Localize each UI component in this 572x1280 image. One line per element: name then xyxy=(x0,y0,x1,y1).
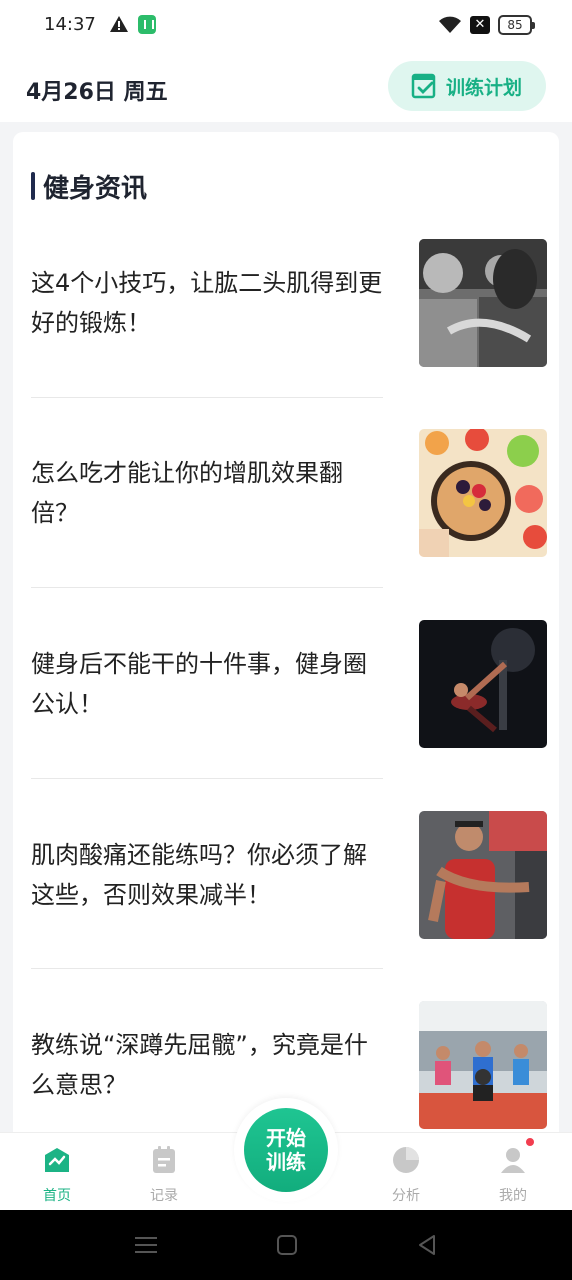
back-icon[interactable] xyxy=(416,1234,438,1256)
news-title: 肌肉酸痛还能练吗？你必须了解这些，否则效果减半！ xyxy=(31,841,367,909)
notification-badge xyxy=(524,1136,536,1148)
tab-mine-label: 我的 xyxy=(499,1188,527,1204)
training-plan-label: 训练计划 xyxy=(446,76,523,99)
training-plan-button[interactable]: 训练计划 xyxy=(388,61,546,111)
news-title: 教练说“深蹲先屈髋”，究竟是什么意思？ xyxy=(31,1031,368,1099)
start-training-label: 开始训练 xyxy=(266,1126,306,1174)
status-bar: 14:37 ✕ 85 xyxy=(0,0,572,50)
warning-icon xyxy=(110,16,128,32)
divider xyxy=(31,778,383,779)
divider xyxy=(31,397,383,398)
status-time: 14:37 xyxy=(44,14,96,35)
tab-records[interactable]: 记录 xyxy=(129,1145,199,1205)
news-item[interactable]: 健身后不能干的十件事，健身圈公认！ xyxy=(31,620,547,750)
news-card: 健身资讯 这4个小技巧，让肱二头肌得到更好的锻炼！ 怎么吃才能让你的增肌效果翻倍… xyxy=(13,132,559,1142)
section-title-text: 健身资讯 xyxy=(43,173,148,204)
news-title: 健身后不能干的十件事，健身圈公认！ xyxy=(31,650,367,718)
start-training-button[interactable]: 开始训练 xyxy=(234,1098,338,1202)
divider xyxy=(31,968,383,969)
news-title: 怎么吃才能让你的增肌效果翻倍？ xyxy=(31,459,343,527)
tab-home[interactable]: 首页 xyxy=(22,1145,92,1205)
news-thumbnail xyxy=(419,620,547,748)
tab-home-label: 首页 xyxy=(43,1188,71,1204)
divider xyxy=(31,587,383,588)
tab-analysis[interactable]: 分析 xyxy=(371,1145,441,1205)
home-icon[interactable] xyxy=(276,1234,298,1256)
news-item[interactable]: 怎么吃才能让你的增肌效果翻倍？ xyxy=(31,429,547,559)
news-item[interactable]: 这4个小技巧，让肱二头肌得到更好的锻炼！ xyxy=(31,239,547,369)
title-accent-bar xyxy=(31,172,35,200)
menu-icon[interactable] xyxy=(135,1235,157,1255)
tab-analysis-label: 分析 xyxy=(392,1188,420,1204)
date-label: 4月26日 周五 xyxy=(26,80,168,105)
start-training-label-wrap: 开始训练 xyxy=(244,1108,328,1192)
clipboard-icon xyxy=(153,1146,175,1173)
news-thumbnail xyxy=(419,239,547,367)
wifi-icon xyxy=(439,16,461,33)
news-title: 这4个小技巧，让肱二头肌得到更好的锻炼！ xyxy=(31,269,383,337)
battery-icon: 85 xyxy=(498,15,535,35)
system-nav-bar xyxy=(0,1210,572,1280)
home-chart-icon xyxy=(45,1148,69,1172)
news-item[interactable]: 肌肉酸痛还能练吗？你必须了解这些，否则效果减半！ xyxy=(31,811,547,941)
user-icon xyxy=(501,1148,525,1173)
tab-mine[interactable]: 我的 xyxy=(478,1145,548,1205)
news-thumbnail xyxy=(419,429,547,557)
no-sim-icon: ✕ xyxy=(470,16,490,34)
news-thumbnail xyxy=(419,1001,547,1129)
header: 4月26日 周五 训练计划 xyxy=(0,50,572,122)
tab-records-label: 记录 xyxy=(150,1188,178,1204)
news-thumbnail xyxy=(419,811,547,939)
checklist-icon xyxy=(411,73,436,99)
app-notification-icon xyxy=(138,15,156,34)
pie-chart-icon xyxy=(393,1147,419,1173)
section-title: 健身资讯 xyxy=(31,170,148,204)
